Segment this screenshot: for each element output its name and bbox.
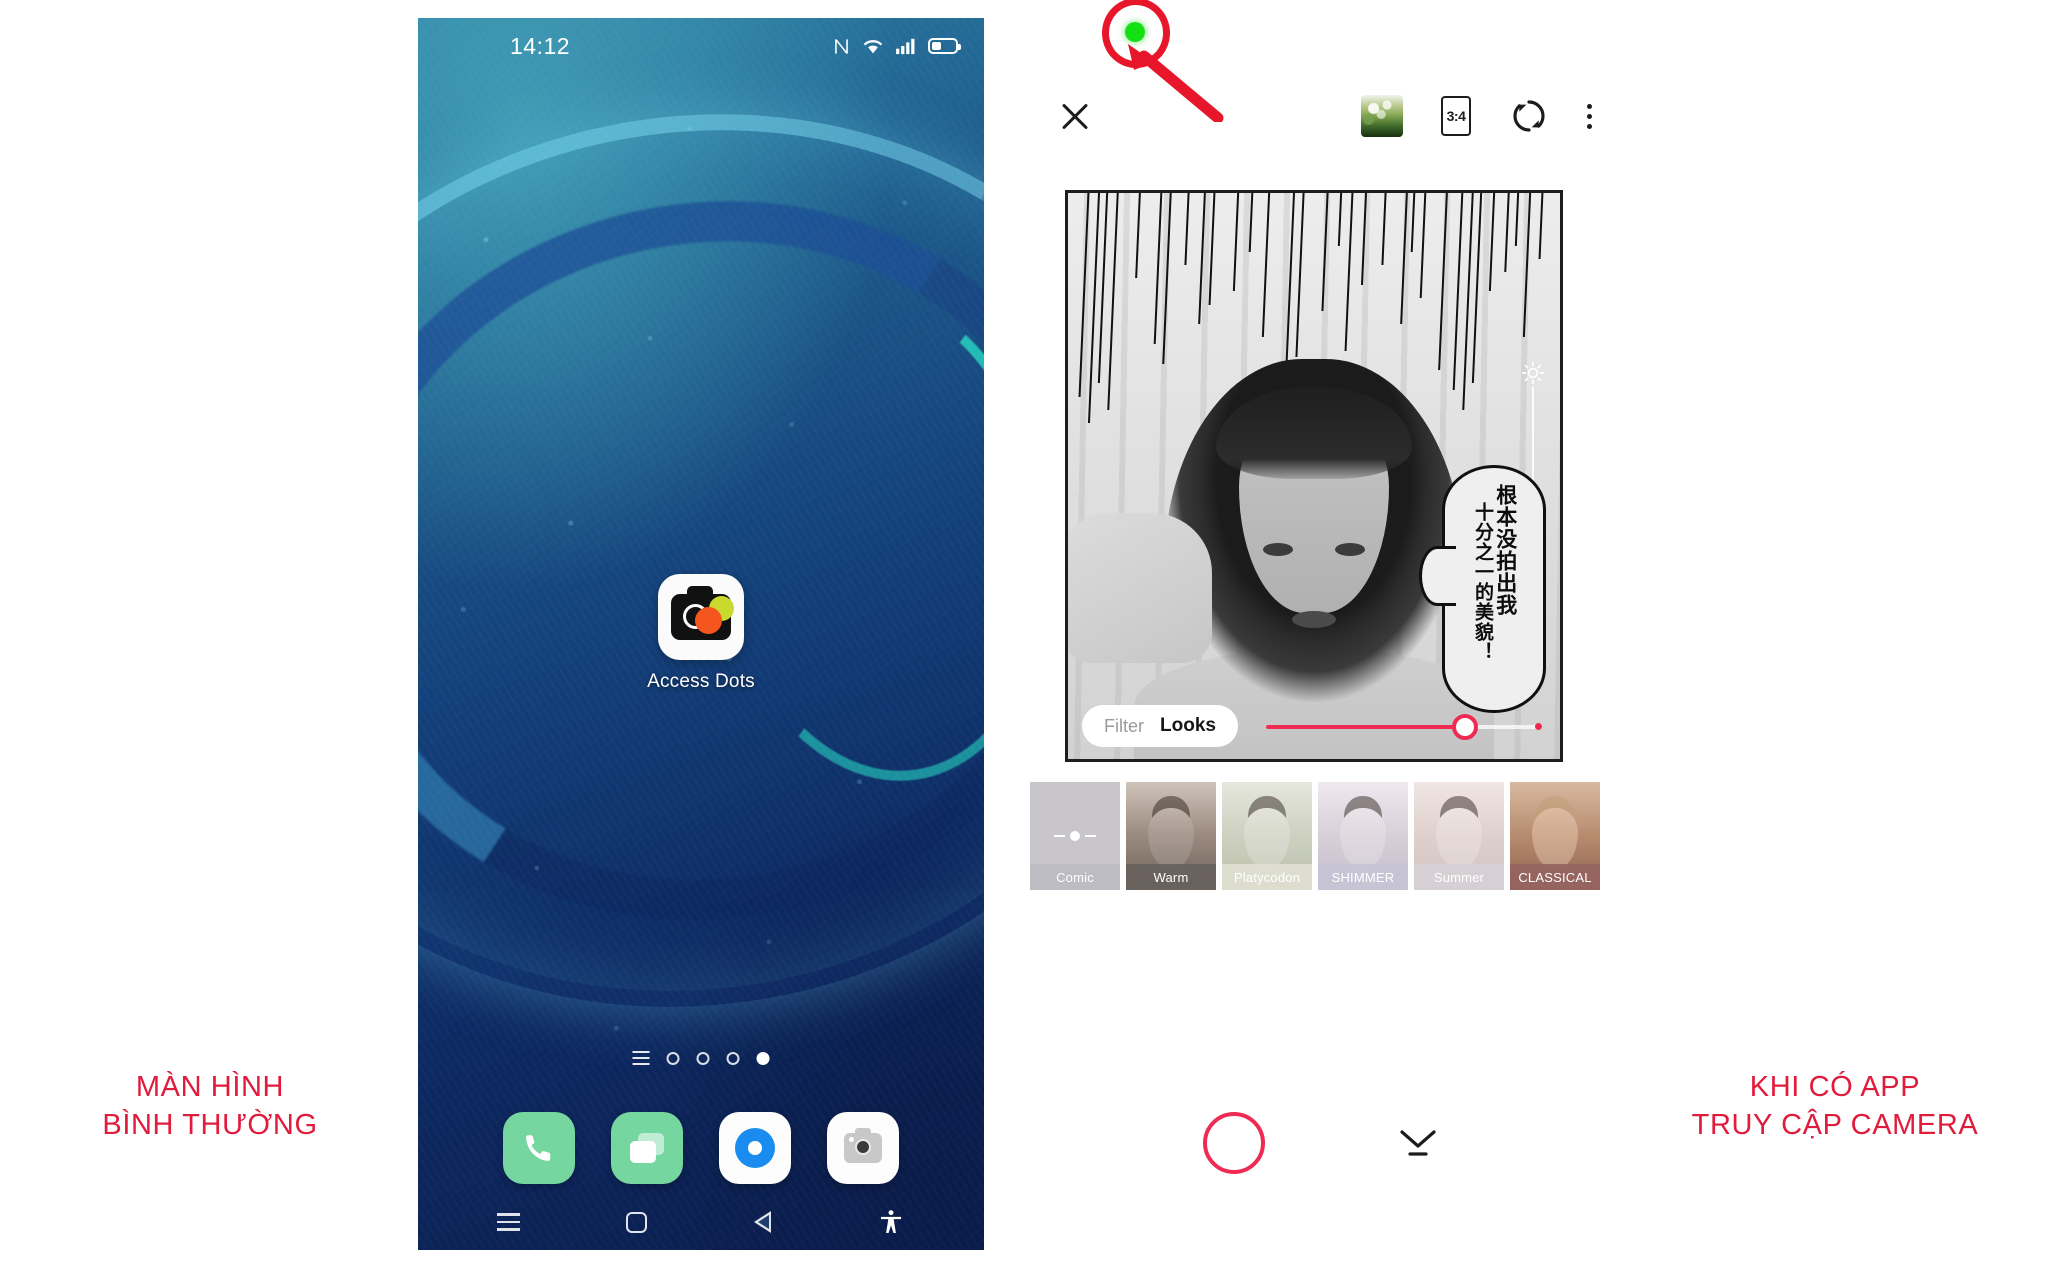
intensity-slider-fill [1266, 725, 1465, 729]
caption-left-line-2: BÌNH THƯỜNG [102, 1109, 318, 1142]
caption-right-line-1: KHI CÓ APP [1749, 1071, 1921, 1103]
page-dot-active[interactable] [756, 1051, 770, 1065]
dock-item-camera[interactable] [827, 1112, 899, 1184]
mode-toggle-pill[interactable]: Filter Looks [1082, 705, 1238, 747]
none-filter-icon [1054, 831, 1096, 841]
dock-item-browser[interactable] [719, 1112, 791, 1184]
signal-icon [896, 38, 915, 55]
status-bar: 14:12 [418, 18, 984, 74]
filter-face-thumb [1436, 808, 1482, 869]
camera-app-screen: 3:4 根本没拍出我 十分之一的美貌！ Filter Looks Comic W… [1010, 0, 1620, 1268]
orange-dot-glyph [695, 607, 722, 634]
phone-icon [526, 1135, 551, 1161]
subject-eye-right [1263, 543, 1293, 556]
camera-icon [844, 1128, 882, 1163]
mode-looks-label[interactable]: Looks [1160, 715, 1216, 737]
camera-glyph [671, 586, 734, 640]
page-dot[interactable] [696, 1051, 710, 1065]
filter-label: Platycodon [1222, 864, 1312, 890]
nfc-icon [835, 38, 848, 54]
filter-label: Warm [1126, 864, 1216, 890]
page-dot[interactable] [666, 1051, 680, 1065]
filter-item-comic[interactable]: Comic [1030, 782, 1120, 890]
page-dot[interactable] [726, 1051, 740, 1065]
filter-label: Summer [1414, 864, 1504, 890]
app-icon-access-dots[interactable]: Access Dots [626, 574, 776, 693]
filter-label: Comic [1030, 864, 1120, 890]
page-indicator[interactable] [632, 1051, 770, 1065]
caption-camera-access: KHI CÓ APP TRUY CẬP CAMERA [1650, 1068, 2020, 1145]
aspect-ratio-button[interactable]: 3:4 [1441, 96, 1471, 136]
speech-bubble-line-2: 十分之一的美貌！ [1471, 502, 1494, 662]
dock [418, 1112, 984, 1184]
intensity-slider[interactable] [1266, 714, 1542, 740]
menu-icon[interactable] [497, 1213, 521, 1231]
filter-face-thumb [1148, 808, 1194, 869]
filter-item-warm[interactable]: Warm [1126, 782, 1216, 890]
intensity-slider-end-dot [1535, 723, 1542, 730]
intensity-slider-knob[interactable] [1451, 714, 1478, 740]
phone-home-screen: 14:12 Access Dots [418, 18, 984, 1250]
switch-camera-icon[interactable] [1509, 96, 1549, 136]
status-icons [832, 37, 961, 56]
filter-item-classical[interactable]: CLASSICAL [1510, 782, 1600, 890]
navigation-bar [418, 1194, 984, 1250]
dock-item-messages[interactable] [611, 1112, 683, 1184]
browser-icon [735, 1128, 775, 1168]
more-options-icon[interactable] [1587, 103, 1592, 129]
filter-item-summer[interactable]: Summer [1414, 782, 1504, 890]
brightness-sun-icon [1521, 361, 1545, 385]
speech-bubble: 根本没拍出我 十分之一的美貌！ [1419, 465, 1546, 713]
battery-icon [928, 38, 961, 54]
background-pillow [1068, 513, 1212, 663]
wifi-icon [863, 40, 883, 54]
filter-face-thumb [1532, 808, 1578, 869]
list-icon[interactable] [632, 1051, 650, 1065]
caption-normal-screen: MÀN HÌNH BÌNH THƯỜNG [30, 1068, 390, 1145]
screenshot-root: 14:12 Access Dots 3:4 根本没拍出我 十分之一的美貌！ Fi… [0, 0, 2048, 1268]
caption-right-line-2: TRUY CẬP CAMERA [1691, 1109, 1979, 1142]
access-dots-app-icon[interactable] [658, 574, 744, 660]
filter-item-platycodon[interactable]: Platycodon [1222, 782, 1312, 890]
caption-left-line-1: MÀN HÌNH [135, 1071, 285, 1103]
viewfinder-bottom-controls: Filter Looks [1068, 703, 1560, 749]
close-icon[interactable] [1058, 99, 1092, 133]
status-clock: 14:12 [510, 32, 571, 59]
filter-filmstrip[interactable]: Comic Warm Platycodon SHIMMER Summer CLA… [1030, 782, 1602, 890]
camera-viewfinder[interactable]: 根本没拍出我 十分之一的美貌！ Filter Looks [1065, 190, 1563, 762]
mode-filter-label[interactable]: Filter [1104, 716, 1144, 737]
messages-icon [630, 1133, 664, 1163]
chevron-down-collapse-icon[interactable] [1396, 1126, 1440, 1160]
accessibility-icon[interactable] [877, 1208, 905, 1236]
filter-label: SHIMMER [1318, 864, 1408, 890]
subject-lips [1292, 611, 1336, 628]
subject-eye-left [1335, 543, 1365, 556]
camera-toolbar: 3:4 [1010, 86, 1620, 146]
filter-face-thumb [1244, 808, 1290, 869]
back-triangle-icon[interactable] [753, 1211, 771, 1233]
camera-toolbar-right: 3:4 [1361, 95, 1592, 137]
home-square-icon[interactable] [626, 1211, 648, 1233]
app-icon-label: Access Dots [647, 671, 755, 692]
dock-item-phone[interactable] [503, 1112, 575, 1184]
filter-label: CLASSICAL [1510, 864, 1600, 890]
speech-bubble-line-1: 根本没拍出我 [1493, 484, 1518, 616]
filter-item-shimmer[interactable]: SHIMMER [1318, 782, 1408, 890]
shutter-button[interactable] [1203, 1112, 1265, 1174]
gallery-thumbnail-icon[interactable] [1361, 95, 1403, 137]
filter-face-thumb [1340, 808, 1386, 869]
